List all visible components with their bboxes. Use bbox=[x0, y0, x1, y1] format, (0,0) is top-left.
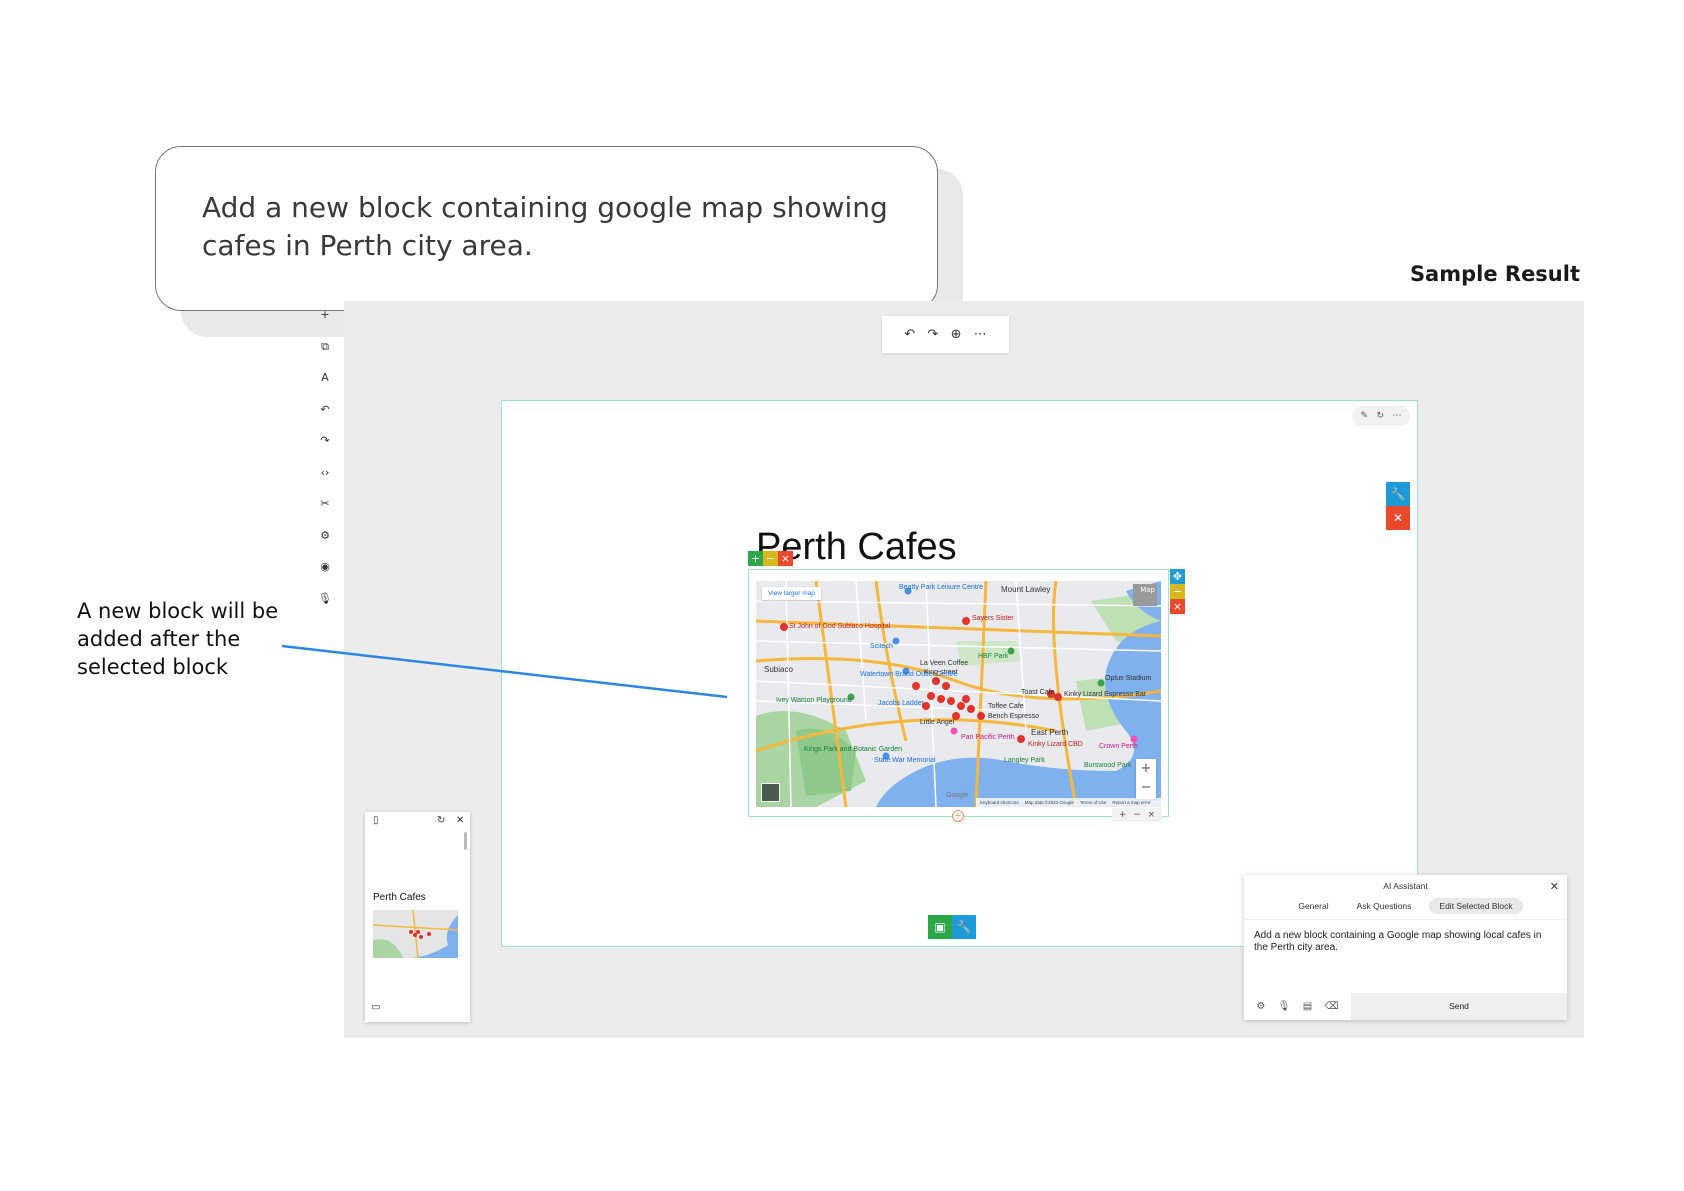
mic-off-icon[interactable]: 🎙 bbox=[1278, 1001, 1291, 1012]
ai-footer: ⚙ 🎙 ▤ ⌫ Send bbox=[1244, 993, 1567, 1020]
ai-tabs: General Ask Questions Edit Selected Bloc… bbox=[1244, 898, 1567, 914]
ai-icon-row: ⚙ 🎙 ▤ ⌫ bbox=[1244, 993, 1351, 1020]
preview-scrollbar[interactable] bbox=[464, 832, 467, 850]
device-icon[interactable]: ▯ bbox=[373, 815, 379, 826]
annotation-line bbox=[281, 644, 728, 699]
send-button[interactable]: Send bbox=[1351, 993, 1567, 1020]
ai-prompt-input[interactable]: Add a new block containing a Google map … bbox=[1254, 930, 1544, 954]
eraser-icon[interactable]: ⌫ bbox=[1325, 1001, 1339, 1012]
close-icon[interactable]: ✕ bbox=[456, 815, 464, 826]
tab-general[interactable]: General bbox=[1288, 898, 1338, 914]
ai-assistant-title: AI Assistant bbox=[1383, 881, 1428, 891]
tab-edit-selected-block[interactable]: Edit Selected Block bbox=[1429, 898, 1523, 914]
settings-icon[interactable]: ⚙ bbox=[1256, 1001, 1265, 1012]
devices-icon[interactable]: ▭ bbox=[371, 1002, 380, 1013]
refresh-icon[interactable]: ↻ bbox=[437, 815, 445, 826]
preview-map bbox=[373, 910, 458, 958]
tab-ask-questions[interactable]: Ask Questions bbox=[1347, 898, 1422, 914]
chat-icon[interactable]: ▤ bbox=[1303, 1001, 1312, 1012]
preview-map-graphic bbox=[373, 910, 458, 958]
divider bbox=[1244, 919, 1567, 920]
close-icon[interactable]: ✕ bbox=[1550, 880, 1559, 893]
mobile-preview-panel: ▯ ↻ ✕ Perth Cafes ▭ bbox=[365, 812, 470, 1022]
ai-assistant-panel: AI Assistant ✕ General Ask Questions Edi… bbox=[1244, 875, 1567, 1020]
preview-title: Perth Cafes bbox=[373, 892, 426, 903]
